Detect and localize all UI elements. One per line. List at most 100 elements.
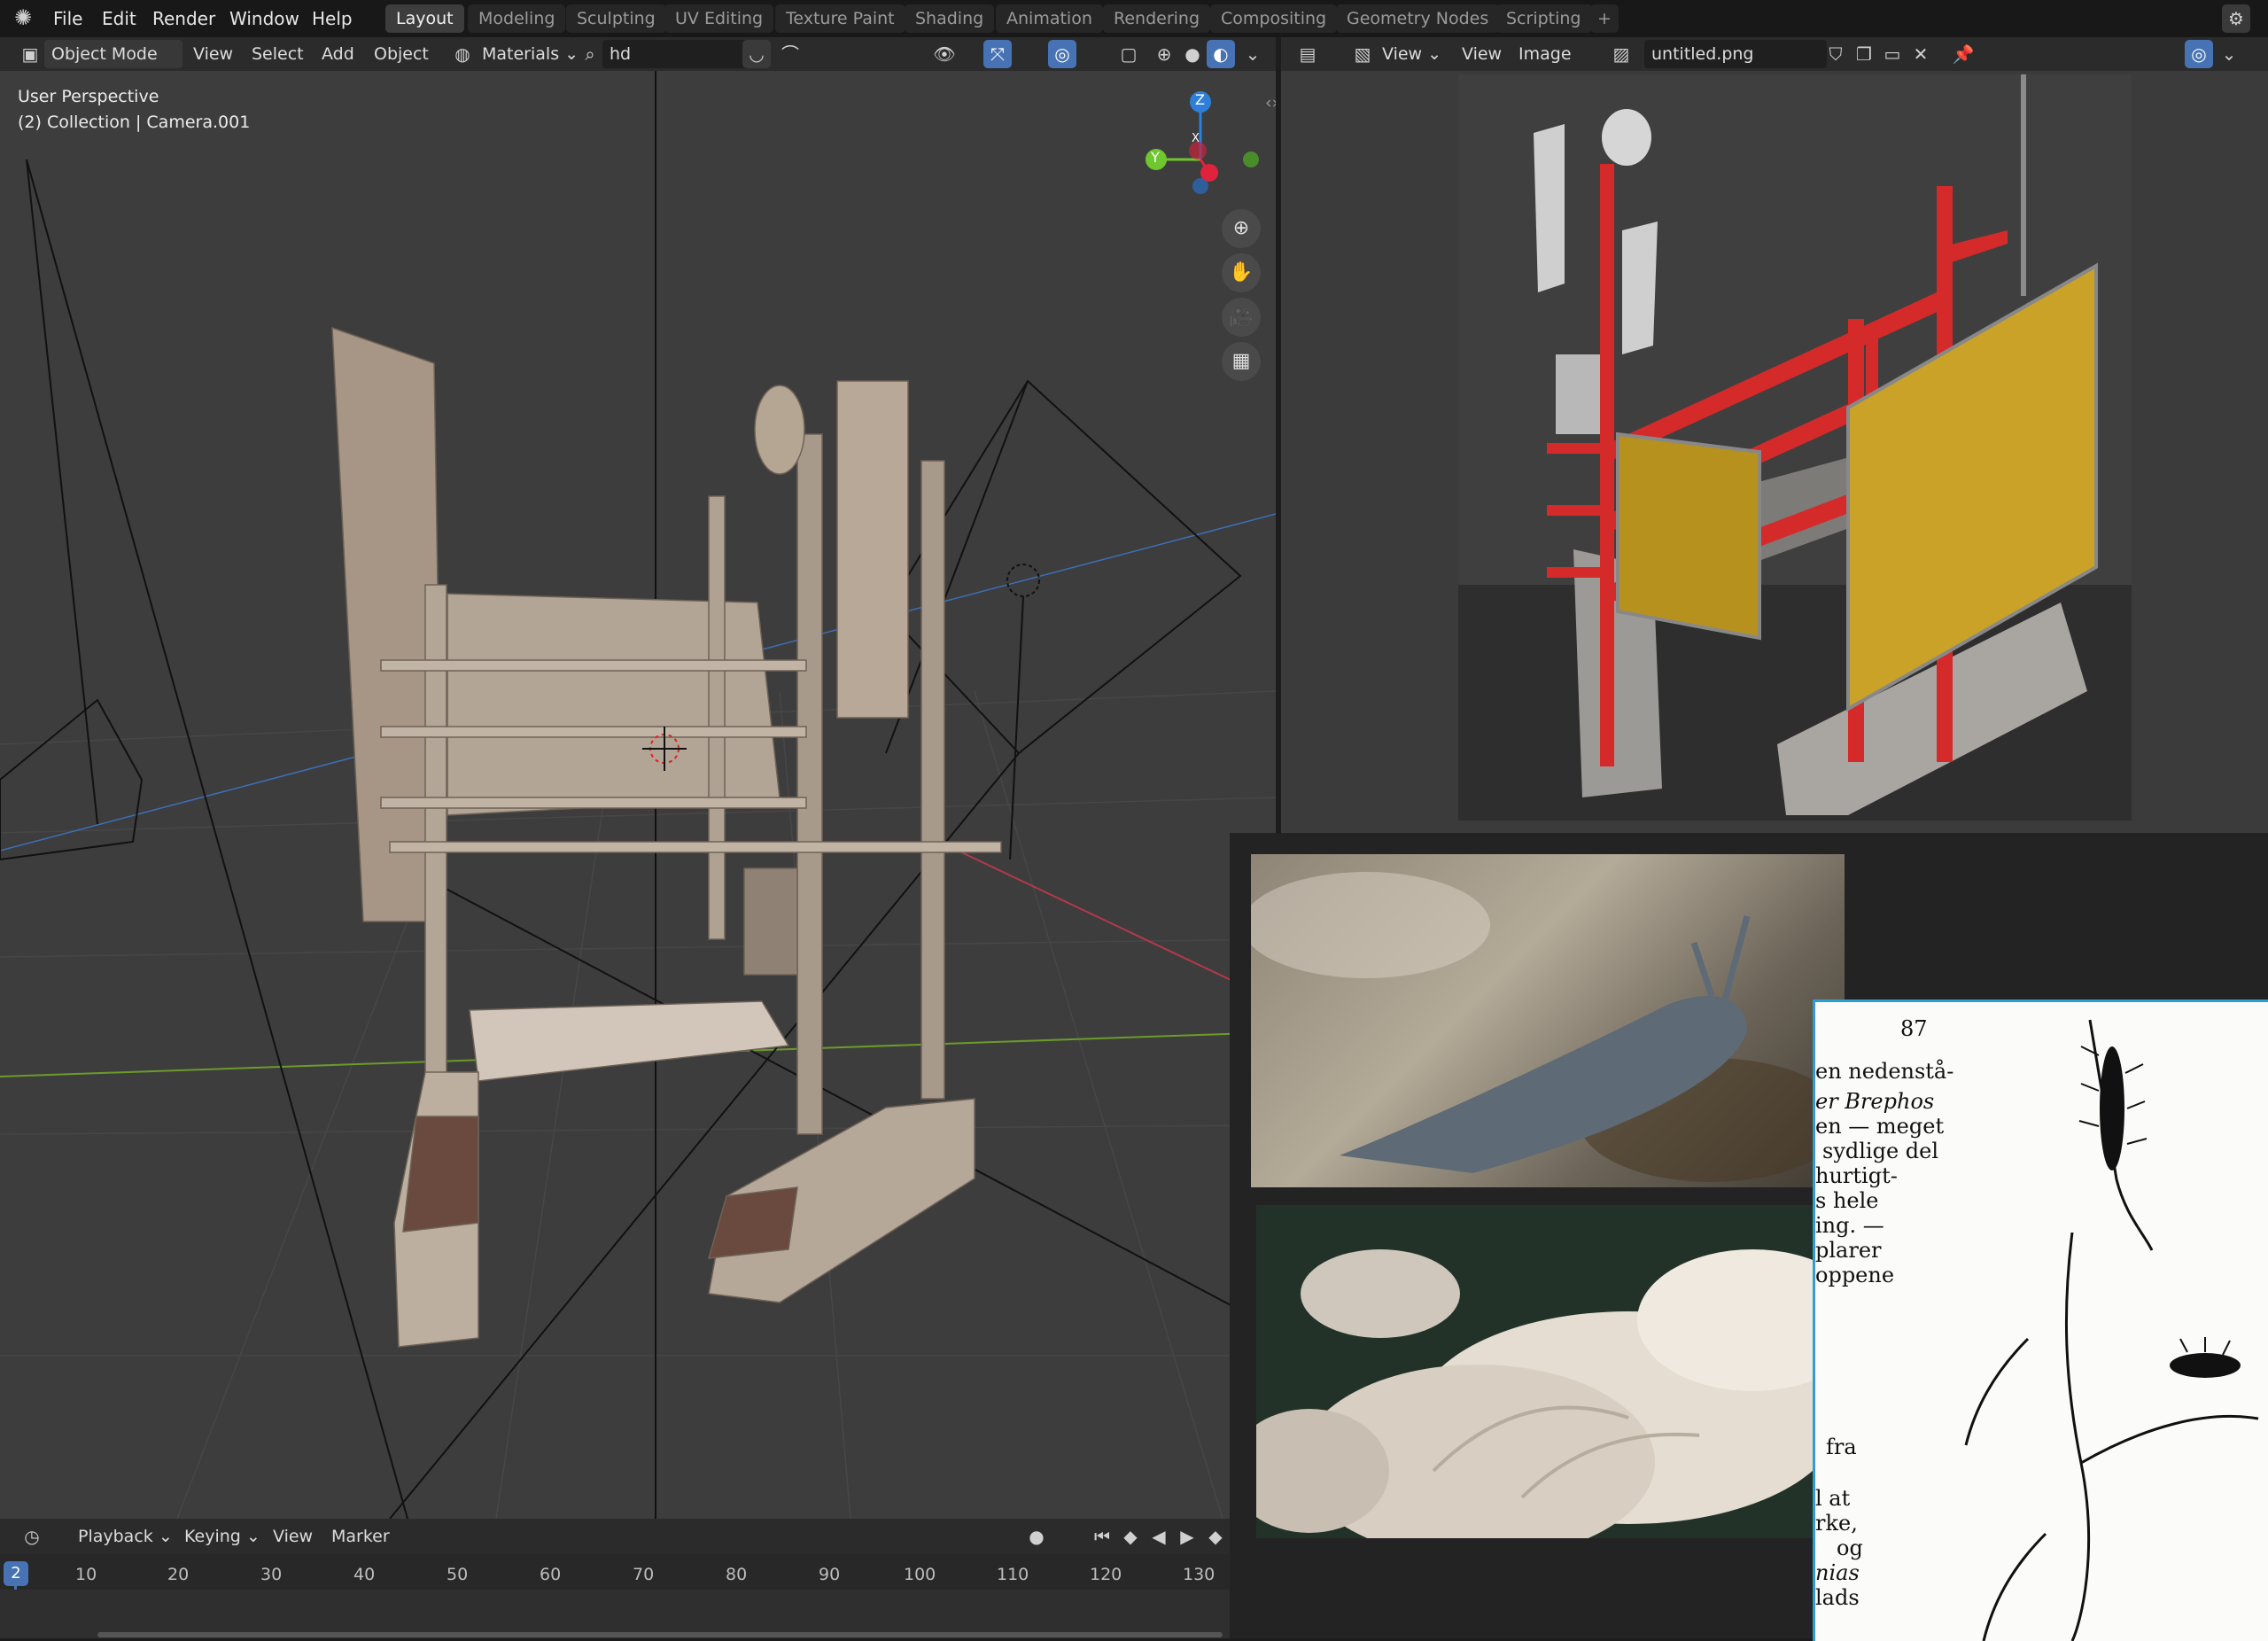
- close-icon[interactable]: ✕: [1907, 40, 1935, 68]
- tab-sculpting[interactable]: Sculpting: [566, 4, 666, 33]
- next-keyframe-icon[interactable]: ◆: [1201, 1522, 1230, 1551]
- new-image-icon[interactable]: ❐: [1850, 40, 1878, 68]
- editor-type-icon[interactable]: ▤: [1293, 40, 1322, 68]
- menu-select[interactable]: Select: [245, 40, 311, 68]
- menu-window[interactable]: Window: [229, 4, 299, 34]
- view-mode-label: View: [1382, 44, 1423, 64]
- scene-model: [331, 326, 1002, 1348]
- fake-user-shield-icon[interactable]: ⛉: [1821, 40, 1850, 68]
- tab-scripting[interactable]: Scripting: [1495, 4, 1592, 33]
- timeline-scrollbar[interactable]: [97, 1632, 1223, 1637]
- link-icon[interactable]: ◡: [742, 40, 771, 68]
- dish: [1602, 109, 1651, 166]
- frame-tick: 100: [904, 1565, 936, 1584]
- menu-object[interactable]: Object: [367, 40, 436, 68]
- reference-images-panel: 87 en nedenstå- er Brephos en — meget sy…: [1230, 833, 2268, 1641]
- material-shading-icon[interactable]: ◐: [1207, 40, 1235, 68]
- open-folder-icon[interactable]: ▭: [1878, 40, 1907, 68]
- menu-edit[interactable]: Edit: [102, 4, 136, 34]
- menu-view[interactable]: View: [186, 40, 240, 68]
- page-number: 87: [1900, 1016, 1928, 1041]
- doc-line: en — meget: [1815, 1114, 1945, 1139]
- menu-view[interactable]: View: [266, 1522, 320, 1551]
- camera-view-icon[interactable]: 🎥: [1222, 298, 1261, 337]
- menu-render[interactable]: Render: [152, 4, 215, 34]
- frame-tick: 30: [260, 1565, 283, 1584]
- gizmo-x-label: X: [1192, 132, 1200, 145]
- tab-rendering[interactable]: Rendering: [1103, 4, 1211, 33]
- image-name-field[interactable]: untitled.png: [1644, 40, 1827, 68]
- tab-geometry-nodes[interactable]: Geometry Nodes: [1336, 4, 1500, 33]
- perspective-label: User Perspective: [18, 87, 159, 106]
- keying-dropdown[interactable]: Keying ⌄: [177, 1522, 268, 1551]
- doc-line: fra: [1826, 1435, 1857, 1459]
- doc-line: ing. —: [1815, 1213, 1884, 1238]
- timeline-header: ◷ Playback ⌄ Keying ⌄ View Marker ● ⏮ ◆ …: [0, 1519, 1230, 1554]
- timeline-track[interactable]: [0, 1590, 1230, 1638]
- mode-label: Object Mode: [51, 44, 158, 64]
- jump-start-icon[interactable]: ⏮: [1088, 1522, 1116, 1551]
- image-view-icon[interactable]: ▧: [1348, 40, 1377, 68]
- doc-line: oppene: [1815, 1263, 1895, 1287]
- tab-texture-paint[interactable]: Texture Paint: [775, 4, 905, 33]
- zoom-icon[interactable]: ⊕: [1222, 209, 1261, 248]
- wireframe-shading-icon[interactable]: ⊕: [1150, 40, 1178, 68]
- document-scan: 87 en nedenstå- er Brephos en — meget sy…: [1813, 999, 2268, 1641]
- search-input[interactable]: hd: [602, 40, 750, 68]
- view-mode-dropdown[interactable]: View ⌄: [1375, 40, 1449, 68]
- materials-dropdown[interactable]: Materials ⌄: [475, 40, 586, 68]
- menu-add[interactable]: Add: [315, 40, 361, 68]
- ortho-grid-icon[interactable]: ▦: [1222, 342, 1261, 381]
- camera-frustum: [0, 159, 1276, 1519]
- image-editor[interactable]: [1281, 71, 2268, 833]
- frame-tick: 120: [1090, 1565, 1122, 1584]
- tab-animation[interactable]: Animation: [996, 4, 1103, 33]
- image-browse-icon[interactable]: ▨: [1607, 40, 1635, 68]
- menu-view[interactable]: View: [1455, 40, 1509, 68]
- tab-modeling[interactable]: Modeling: [468, 4, 566, 33]
- antenna-right: [1622, 222, 1658, 354]
- frame-tick: 50: [447, 1565, 469, 1584]
- play-reverse-icon[interactable]: ◀: [1145, 1522, 1173, 1551]
- overlay-dropdown-icon[interactable]: ⌄: [2215, 40, 2243, 68]
- menu-marker[interactable]: Marker: [324, 1522, 397, 1551]
- scene-icon[interactable]: ⚙: [2222, 4, 2250, 33]
- add-workspace-button[interactable]: +: [1590, 4, 1619, 33]
- render-image: [1458, 74, 2132, 820]
- shading-options-icon[interactable]: ⌄: [1239, 40, 1267, 68]
- xray-icon[interactable]: ▢: [1115, 40, 1143, 68]
- visibility-icon[interactable]: 👁: [930, 40, 959, 68]
- editor-type-icon[interactable]: ▣: [16, 40, 44, 68]
- tab-compositing[interactable]: Compositing: [1210, 4, 1338, 33]
- tab-uv-editing[interactable]: UV Editing: [664, 4, 774, 33]
- globe-icon[interactable]: ◍: [448, 40, 477, 68]
- prev-keyframe-icon[interactable]: ◆: [1116, 1522, 1145, 1551]
- search-icon: ⌕: [585, 43, 595, 65]
- menu-help[interactable]: Help: [312, 4, 353, 34]
- timeline: ◷ Playback ⌄ Keying ⌄ View Marker ● ⏮ ◆ …: [0, 1519, 1230, 1638]
- pan-hand-icon[interactable]: ✋: [1222, 253, 1261, 292]
- solid-shading-icon[interactable]: ●: [1178, 40, 1207, 68]
- playback-dropdown[interactable]: Playback ⌄: [71, 1522, 180, 1551]
- doc-line: og: [1837, 1536, 1863, 1560]
- current-frame-indicator[interactable]: 2: [4, 1561, 28, 1586]
- record-icon[interactable]: ●: [1022, 1522, 1051, 1551]
- pin-icon[interactable]: 📌: [1949, 40, 1977, 68]
- slug-photo: [1251, 854, 1845, 1187]
- blender-logo-icon[interactable]: ✺: [9, 4, 37, 32]
- frame-tick: 80: [726, 1565, 748, 1584]
- tab-layout[interactable]: Layout: [385, 4, 464, 33]
- tab-shading[interactable]: Shading: [905, 4, 995, 33]
- sidebar-toggle-icon[interactable]: ‹›: [1265, 93, 1276, 113]
- clock-icon[interactable]: ◷: [18, 1522, 46, 1551]
- gizmo-toggle-icon[interactable]: ⤧: [983, 40, 1012, 68]
- overlay-toggle-icon[interactable]: ◎: [2185, 40, 2213, 68]
- menu-image[interactable]: Image: [1511, 40, 1579, 68]
- doc-line: sydlige del: [1822, 1139, 1939, 1163]
- mode-dropdown[interactable]: Object Mode ⌄: [44, 40, 183, 92]
- menu-file[interactable]: File: [53, 4, 82, 34]
- overlay-toggle-icon[interactable]: ◎: [1048, 40, 1076, 68]
- play-icon[interactable]: ▶: [1173, 1522, 1201, 1551]
- 3d-viewport[interactable]: User Perspective (2) Collection | Camera…: [0, 71, 1276, 1519]
- curve-icon[interactable]: ⌒: [776, 40, 804, 68]
